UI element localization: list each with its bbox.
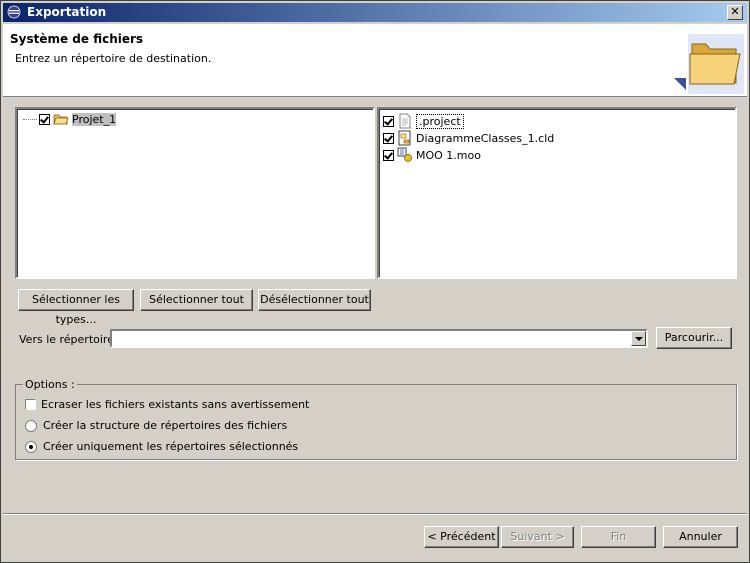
file-list[interactable]: .project DiagrammeClasses_1.cld MOO 1.mo… xyxy=(377,107,737,279)
file-label: .project xyxy=(416,113,464,129)
chevron-down-icon[interactable] xyxy=(631,331,646,346)
file-item[interactable]: MOO 1.moo xyxy=(383,147,481,163)
close-button[interactable]: ✕ xyxy=(727,5,743,20)
tree-item-checkbox[interactable] xyxy=(39,113,50,125)
select-all-button[interactable]: Sélectionner tout xyxy=(140,289,253,311)
create-selected-option[interactable]: Créer uniquement les répertoires sélecti… xyxy=(25,440,298,453)
finish-button[interactable]: Fin xyxy=(581,526,656,548)
directory-label: Vers le répertoire : xyxy=(19,333,122,346)
previous-button[interactable]: < Précédent xyxy=(424,526,499,548)
document-icon xyxy=(399,113,411,129)
model-icon xyxy=(397,147,412,162)
browse-button[interactable]: Parcourir... xyxy=(656,327,732,349)
wizard-header: Système de fichiers Entrez un répertoire… xyxy=(3,24,747,97)
cancel-button[interactable]: Annuler xyxy=(663,526,738,548)
overwrite-label: Ecraser les fichiers existants sans aver… xyxy=(41,398,310,411)
file-checkbox[interactable] xyxy=(383,115,394,127)
page-description: Entrez un répertoire de destination. xyxy=(15,52,212,65)
select-types-button[interactable]: Sélectionner les types... xyxy=(18,289,134,326)
eclipse-icon xyxy=(7,5,21,19)
window-title: Exportation xyxy=(27,5,107,19)
file-label: DiagrammeClasses_1.cld xyxy=(416,131,555,145)
tree-item-label: Projet_1 xyxy=(72,112,117,126)
overwrite-option[interactable]: Ecraser les fichiers existants sans aver… xyxy=(25,398,309,411)
overwrite-checkbox[interactable] xyxy=(25,399,36,410)
file-item[interactable]: .project xyxy=(383,113,464,129)
options-title: Options : xyxy=(23,378,77,391)
deselect-all-button[interactable]: Désélectionner tout xyxy=(258,289,371,311)
class-diagram-icon xyxy=(398,130,411,146)
project-tree[interactable]: Projet_1 xyxy=(15,107,375,279)
tree-connector xyxy=(23,118,37,120)
folder-banner-icon xyxy=(674,34,744,94)
file-checkbox[interactable] xyxy=(383,149,394,161)
directory-combobox[interactable] xyxy=(110,329,648,348)
file-checkbox[interactable] xyxy=(383,132,394,144)
create-selected-radio[interactable] xyxy=(25,440,37,453)
export-dialog: Exportation ✕ Système de fichiers Entrez… xyxy=(0,0,750,563)
footer-divider xyxy=(3,513,747,515)
page-title: Système de fichiers xyxy=(10,32,144,46)
file-label: MOO 1.moo xyxy=(416,148,481,162)
create-structure-label: Créer la structure de répertoires des fi… xyxy=(43,419,288,432)
title-bar[interactable]: Exportation ✕ xyxy=(3,3,747,22)
create-structure-option[interactable]: Créer la structure de répertoires des fi… xyxy=(25,419,287,432)
open-folder-icon xyxy=(53,114,69,125)
tree-item-projet[interactable]: Projet_1 xyxy=(23,111,117,127)
create-selected-label: Créer uniquement les répertoires sélecti… xyxy=(43,440,299,453)
create-structure-radio[interactable] xyxy=(25,419,37,432)
file-item[interactable]: DiagrammeClasses_1.cld xyxy=(383,130,554,146)
next-button[interactable]: Suivant > xyxy=(501,526,574,548)
